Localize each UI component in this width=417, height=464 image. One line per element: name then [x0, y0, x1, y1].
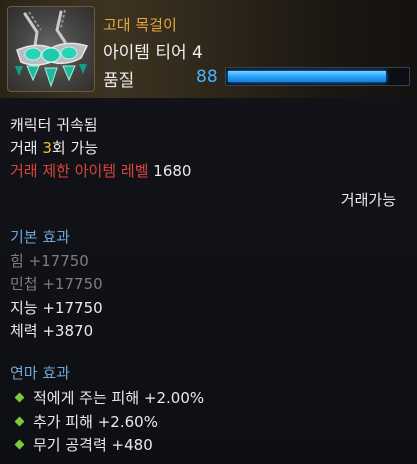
refine-effect-item: 적에게 주는 피해 +2.00% [10, 387, 204, 408]
stat-strength: 힘 +17750 [10, 252, 89, 270]
stat-vitality: 체력 +3870 [10, 322, 94, 340]
trade-prefix: 거래 [10, 139, 43, 157]
basic-effects-header: 기본 효과 [10, 228, 70, 246]
item-header: 고대 목걸이 아이템 티어 4 품질 88 [0, 0, 417, 98]
bullet-icon [14, 416, 25, 427]
refine-effect-label: 적에게 주는 피해 +2.00% [33, 389, 205, 407]
quality-value: 88 [196, 67, 218, 87]
quality-label: 품질 [103, 71, 135, 91]
trade-count: 3 [42, 139, 52, 157]
trade-count-line: 거래 3회 가능 [10, 137, 98, 158]
refine-effect-label: 무기 공격력 +480 [33, 436, 153, 454]
item-tier: 아이템 티어 4 [103, 43, 203, 63]
restriction-level: 1680 [153, 162, 192, 180]
refine-effect-item: 무기 공격력 +480 [10, 434, 153, 455]
refine-effects-header: 연마 효과 [10, 364, 70, 382]
restriction-label: 거래 제한 아이템 레벨 [10, 162, 149, 180]
refine-effect-item: 추가 피해 +2.60% [10, 411, 158, 432]
stat-intelligence: 지능 +17750 [10, 299, 103, 317]
stat-dexterity: 민첩 +17750 [10, 275, 103, 293]
necklace-icon [7, 6, 95, 92]
item-grade: 고대 목걸이 [103, 16, 177, 34]
trade-restriction-line: 거래 제한 아이템 레벨 1680 [10, 160, 191, 181]
quality-bar [225, 67, 410, 86]
quality-bar-fill [228, 71, 386, 82]
refine-effect-label: 추가 피해 +2.60% [33, 413, 158, 431]
bound-status: 캐릭터 귀속됨 [10, 116, 98, 134]
bullet-icon [14, 439, 25, 450]
tradable-label: 거래가능 [340, 191, 396, 209]
trade-suffix: 회 가능 [51, 139, 99, 157]
item-tooltip: 고대 목걸이 아이템 티어 4 품질 88 캐릭터 귀속됨 거래 3회 가능 거… [0, 0, 417, 464]
bullet-icon [14, 392, 25, 403]
